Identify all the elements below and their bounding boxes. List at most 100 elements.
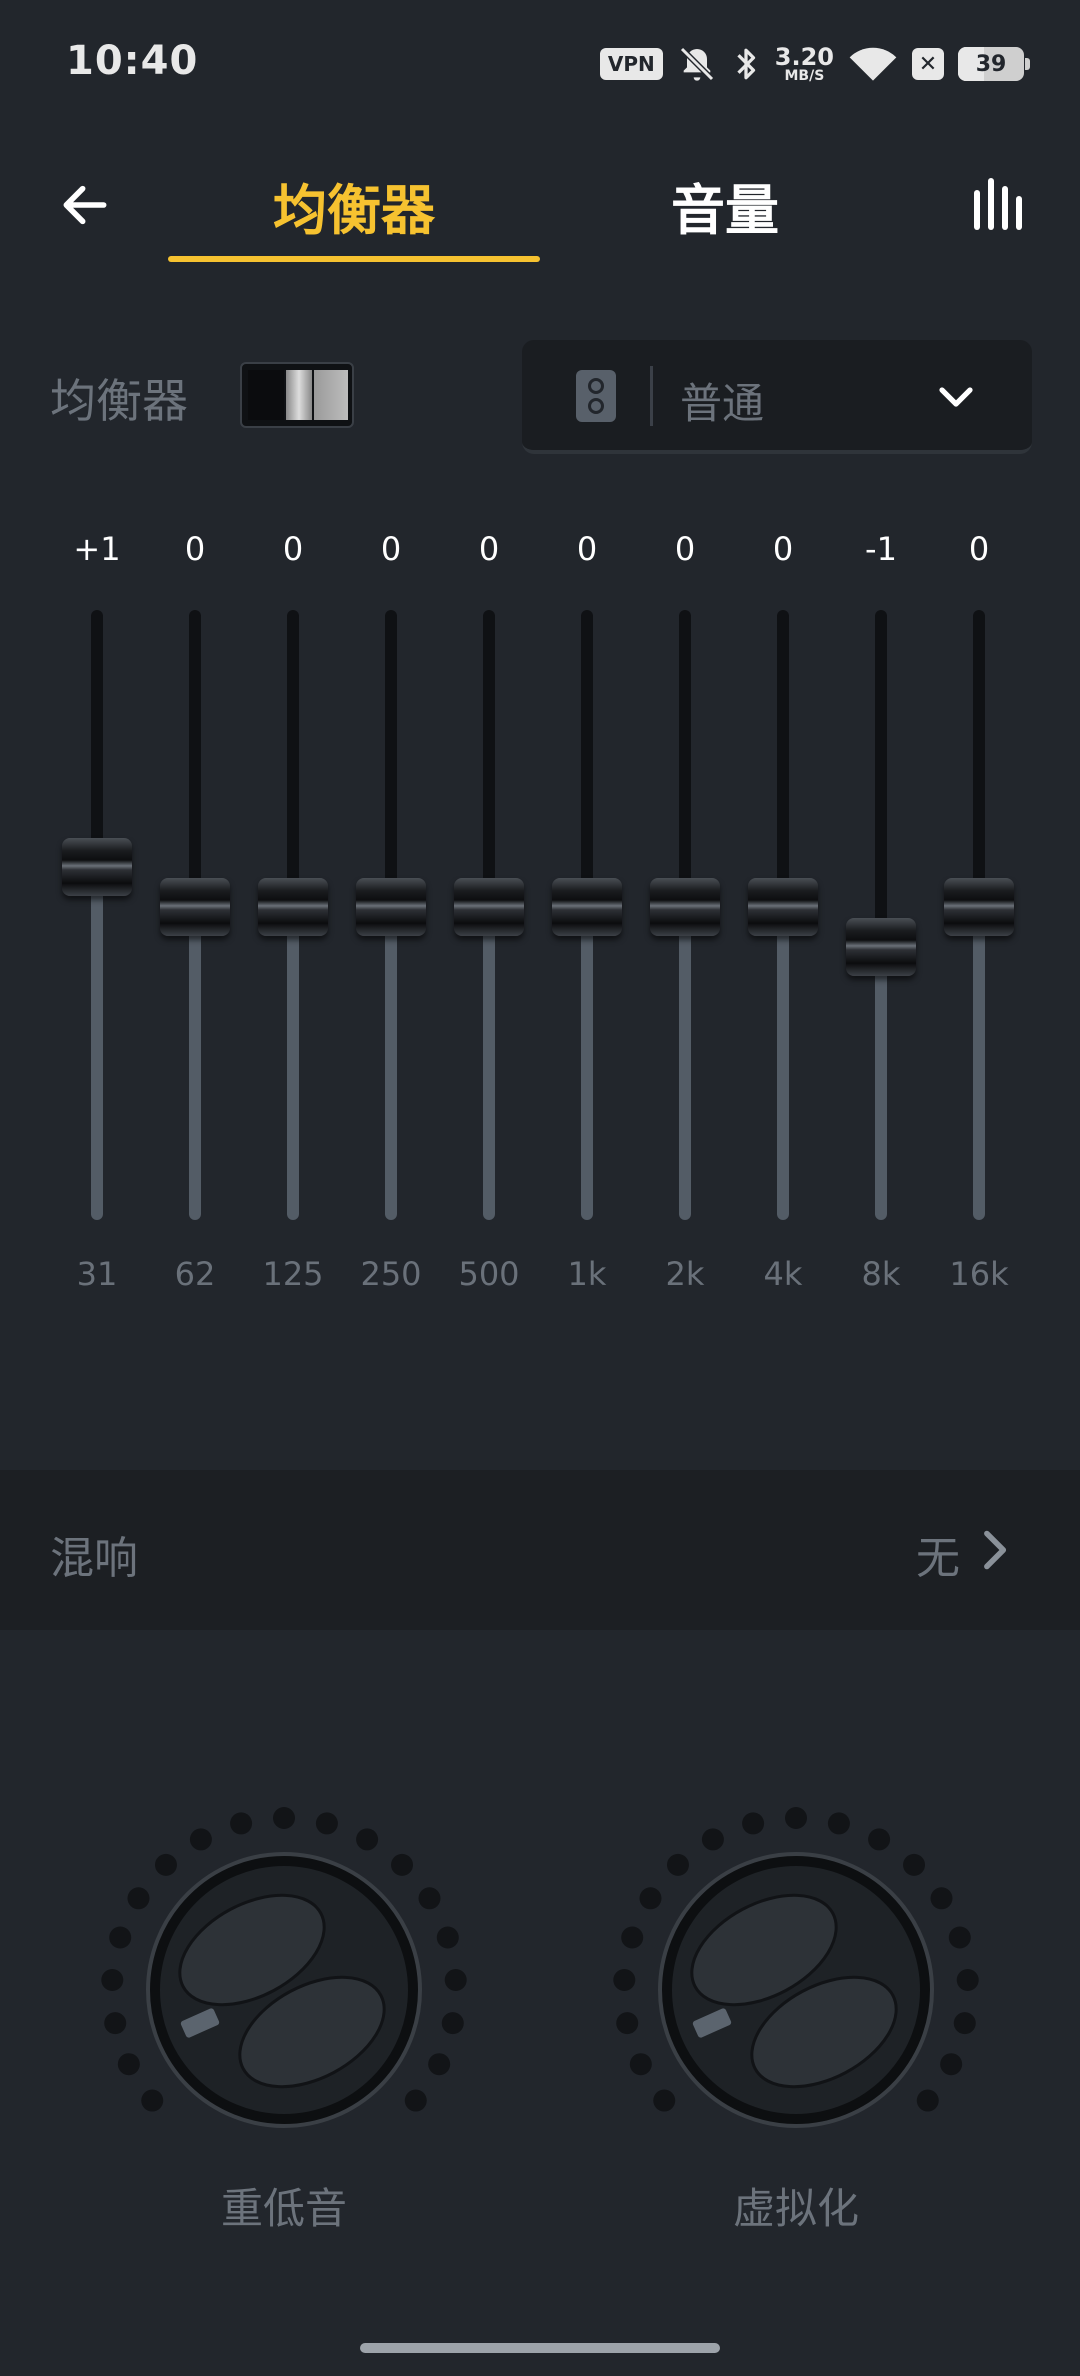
eq-band-frequency: 125 [262,1255,324,1293]
knob-scale-dot [428,2053,451,2076]
eq-slider-track-lower[interactable] [385,908,397,1220]
wifi-icon [849,47,897,81]
knob-scale-dot [953,2012,976,2035]
vpn-badge: VPN [599,48,663,80]
knob-scale-dot [666,1853,689,1876]
virtualizer-label: 虚拟化 [732,2184,859,2233]
eq-band-250: 0 250 [346,520,436,1300]
eq-slider-track-upper[interactable] [679,610,691,898]
reverb-value: 无 [916,1533,960,1584]
knob-scale-dot [436,1926,459,1949]
preset-dropdown[interactable]: 普通 [522,340,1032,454]
eq-slider-track-lower[interactable] [777,908,789,1220]
status-bar: 10:40 VPN 3.20 MB/S ✕ 39 [0,0,1080,120]
eq-slider-track-upper[interactable] [483,610,495,898]
knob-scale-dot [418,1887,441,1910]
knob-scale-dot [141,2089,164,2112]
eq-band-frequency: 500 [458,1255,520,1293]
eq-band-gain: 0 [674,530,696,568]
reverb-row[interactable]: 混响 无 [0,1470,1080,1630]
tab-active-indicator [168,256,540,262]
eq-slider-handle[interactable] [650,878,720,936]
knob-scale-dot [441,2012,464,2035]
home-indicator[interactable] [360,2343,720,2353]
eq-slider-handle[interactable] [748,878,818,936]
back-button[interactable] [50,170,120,240]
bass-boost-knob-group: 重低音 [94,1800,474,2233]
eq-slider-handle[interactable] [846,918,916,976]
eq-band-62: 0 62 [150,520,240,1300]
eq-slider-handle[interactable] [62,838,132,896]
bars-icon [974,178,1022,230]
eq-band-gain: 0 [282,530,304,568]
knob-scale-dot [868,1828,891,1851]
eq-band-125: 0 125 [248,520,338,1300]
knob-scale-dot [404,2089,427,2112]
eq-band-frequency: 4k [763,1255,803,1293]
eq-slider-track-upper[interactable] [581,610,593,898]
eq-slider-handle[interactable] [944,878,1014,936]
eq-slider-track-upper[interactable] [385,610,397,898]
eq-slider-track-lower[interactable] [581,908,593,1220]
eq-band-gain: 0 [772,530,794,568]
knob-scale-dot [948,1926,971,1949]
eq-band-frequency: 250 [360,1255,422,1293]
eq-slider-track-upper[interactable] [777,610,789,898]
speaker-icon [576,370,616,422]
knob-scale-dot [273,1807,295,1829]
eq-slider-track-lower[interactable] [875,948,887,1220]
eq-slider-track-upper[interactable] [875,610,887,938]
eq-band-frequency: 62 [174,1255,216,1293]
knob-scale-dot [391,1853,414,1876]
knob-scale-dot [701,1828,724,1851]
eq-band-31: +1 31 [52,520,142,1300]
eq-band-gain: 0 [478,530,500,568]
bluetooth-icon [737,48,755,80]
eq-slider-track-lower[interactable] [679,908,691,1220]
eq-slider-handle[interactable] [160,878,230,936]
knob-scale-dot [127,1887,150,1910]
tab-volume[interactable]: 音量 [560,150,890,260]
eq-band-frequency: 31 [76,1255,118,1293]
visualizer-button[interactable] [964,168,1036,240]
tab-equalizer[interactable]: 均衡器 [168,150,540,260]
eq-slider-track-lower[interactable] [287,908,299,1220]
knob-scale-dot [827,1812,850,1835]
knob-scale-dot [639,1887,662,1910]
eq-slider-track-upper[interactable] [287,610,299,898]
eq-slider-track-lower[interactable] [973,908,985,1220]
eq-slider-handle[interactable] [258,878,328,936]
eq-slider-track-upper[interactable] [973,610,985,898]
knob-scale-dot [653,2089,676,2112]
knob-scale-dot [315,1812,338,1835]
eq-slider-handle[interactable] [356,878,426,936]
eq-band-gain: 0 [576,530,598,568]
eq-slider-track-upper[interactable] [189,610,201,898]
preset-divider [650,366,653,426]
reverb-label: 混响 [50,1533,138,1584]
knob-scale-dot [117,2053,140,2076]
equalizer-switch[interactable] [240,362,354,428]
bell-off-icon [679,46,714,82]
eq-band-8k: -1 8k [836,520,926,1300]
status-icons: VPN 3.20 MB/S ✕ 39 [599,36,1030,92]
eq-band-gain: 0 [184,530,206,568]
chevron-right-icon [984,1530,1007,1570]
eq-slider-track-lower[interactable] [91,868,103,1220]
knob-scale-dot [616,2012,639,2035]
knob-scale-dot [930,1887,953,1910]
knob-scale-dot [956,1968,979,1991]
eq-slider-track-lower[interactable] [483,908,495,1220]
eq-slider-handle[interactable] [454,878,524,936]
eq-band-frequency: 2k [665,1255,705,1293]
virtualizer-knob[interactable] [606,1800,986,2180]
eq-band-gain: +1 [73,530,121,568]
eq-slider-handle[interactable] [552,878,622,936]
knob-scale-dot [189,1828,212,1851]
eq-slider-track-lower[interactable] [189,908,201,1220]
bass-boost-knob[interactable] [94,1800,474,2180]
knob-scale-dot [613,1968,636,1991]
virtualizer-knob-group: 虚拟化 [606,1800,986,2233]
eq-slider-track-upper[interactable] [91,610,103,858]
preset-name: 普通 [680,379,765,428]
